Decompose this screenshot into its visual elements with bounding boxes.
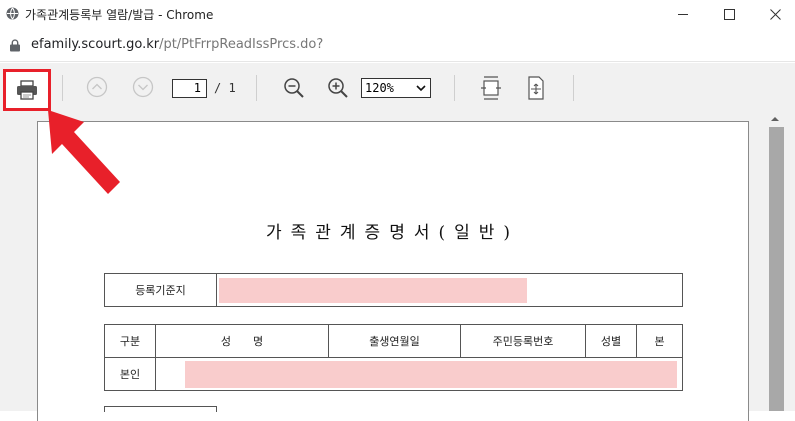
- prev-page-button[interactable]: [86, 76, 108, 98]
- lock-icon: [10, 39, 20, 52]
- zoom-select[interactable]: 120%: [361, 78, 431, 98]
- toolbar-separator: [454, 75, 455, 101]
- zoom-out-button[interactable]: [282, 76, 306, 100]
- maximize-icon: [723, 8, 735, 20]
- viewer-toolbar: 1 / 1 120%: [0, 63, 795, 111]
- globe-icon: [6, 7, 19, 20]
- zoom-out-icon: [284, 78, 304, 98]
- fit-width-button[interactable]: [480, 75, 502, 101]
- close-button[interactable]: [752, 0, 795, 28]
- close-icon: [769, 8, 781, 20]
- register-table: 등록기준지: [104, 273, 683, 307]
- zoom-in-button[interactable]: [326, 76, 350, 100]
- header-cell: 본: [636, 324, 683, 358]
- print-button[interactable]: [3, 69, 51, 111]
- scrollbar-thumb[interactable]: [769, 127, 784, 411]
- next-page-button[interactable]: [132, 76, 154, 98]
- header-cell: 성 명: [155, 324, 329, 358]
- url-text[interactable]: efamily.scourt.go.kr/pt/PtFrrpReadIssPrc…: [31, 37, 323, 52]
- table-header-row: 구분 성 명 출생연월일 주민등록번호 성별 본: [104, 324, 683, 358]
- url-host: efamily.scourt.go.kr: [31, 37, 160, 52]
- header-cell: 주민등록번호: [460, 324, 586, 358]
- row-value: [155, 357, 683, 391]
- table-row: 본인: [104, 357, 683, 391]
- maximize-button[interactable]: [706, 0, 752, 28]
- person-table: 구분 성 명 출생연월일 주민등록번호 성별 본 본인: [104, 324, 683, 391]
- header-cell: 출생연월일: [328, 324, 461, 358]
- chevron-down-icon: [416, 85, 426, 92]
- fit-page-icon: [528, 76, 544, 100]
- redaction-block: [219, 277, 527, 303]
- redaction-block: [185, 360, 677, 388]
- page-number-input[interactable]: 1: [172, 79, 207, 98]
- zoom-value: 120%: [365, 81, 394, 95]
- zoom-in-icon: [328, 78, 348, 98]
- toolbar-separator: [573, 75, 574, 101]
- address-bar[interactable]: efamily.scourt.go.kr/pt/PtFrrpReadIssPrc…: [0, 28, 795, 62]
- row-label: 본인: [104, 357, 156, 391]
- window-title-bar: 가족관계등록부 열람/발급 - Chrome: [0, 0, 795, 28]
- register-value: [216, 273, 683, 307]
- toolbar-separator: [62, 75, 63, 101]
- page-total: / 1: [214, 81, 236, 95]
- fit-width-icon: [481, 76, 501, 100]
- prev-page-icon: [86, 76, 108, 98]
- header-cell: 성별: [585, 324, 637, 358]
- document-title: 가족관계증명서(일반): [266, 223, 520, 243]
- scroll-up-icon[interactable]: [770, 115, 780, 122]
- window-title: 가족관계등록부 열람/발급 - Chrome: [25, 8, 214, 22]
- next-page-icon: [132, 76, 154, 98]
- printer-icon: [17, 80, 37, 100]
- next-table-edge: [104, 406, 217, 412]
- minimize-icon: [677, 13, 688, 15]
- url-path: /pt/PtFrrpReadIssPrcs.do?: [159, 37, 324, 52]
- minimize-button[interactable]: [660, 0, 706, 28]
- annotation-arrow-icon: [48, 110, 120, 194]
- toolbar-separator: [256, 75, 257, 101]
- fit-page-button[interactable]: [525, 75, 547, 101]
- register-label: 등록기준지: [104, 273, 217, 307]
- header-cell: 구분: [104, 324, 156, 358]
